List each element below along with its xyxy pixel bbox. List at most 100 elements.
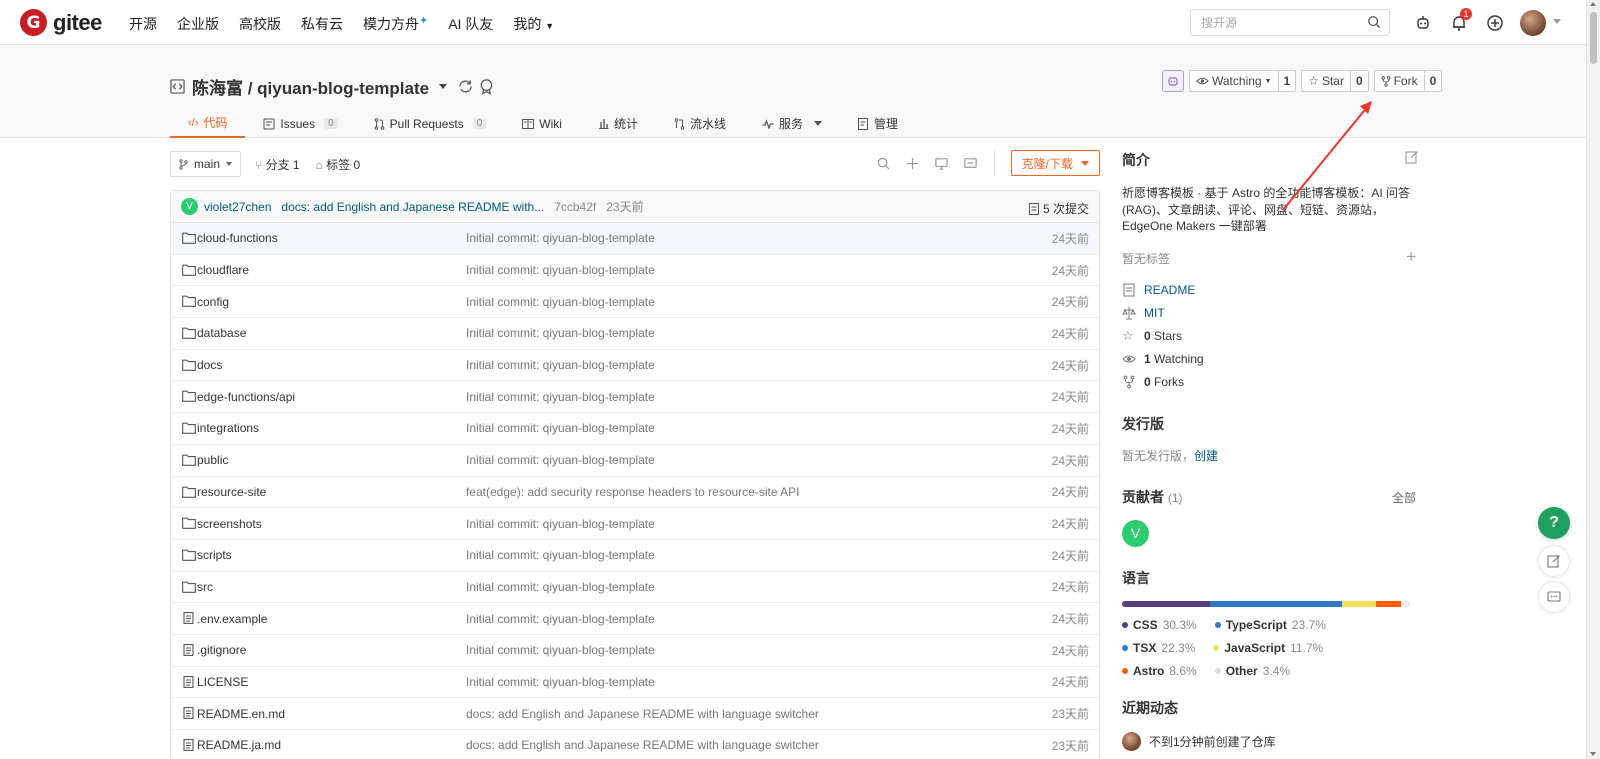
file-row[interactable]: .env.example Initial commit: qiyuan-blog-… xyxy=(171,603,1099,635)
fork-label-wrap[interactable]: Fork xyxy=(1375,71,1424,91)
file-name[interactable]: docs xyxy=(197,358,222,372)
file-name[interactable]: edge-functions/api xyxy=(197,390,295,404)
file-row[interactable]: public Initial commit: qiyuan-blog-templa… xyxy=(171,445,1099,477)
file-commit-message[interactable]: Initial commit: qiyuan-blog-template xyxy=(466,326,655,340)
nav-link-mine[interactable]: 我的 ▼ xyxy=(513,14,554,34)
create-release-link[interactable]: 创建 xyxy=(1194,449,1218,463)
branch-selector[interactable]: main xyxy=(170,151,242,177)
clone-download-button[interactable]: 克隆/下载 xyxy=(1010,150,1100,176)
avatar[interactable] xyxy=(1122,731,1141,751)
contributors-all-link[interactable]: 全部 xyxy=(1392,489,1416,506)
watching-label-wrap[interactable]: Watching ▼ xyxy=(1190,71,1278,91)
add-file-icon[interactable] xyxy=(905,156,920,171)
file-name[interactable]: public xyxy=(197,453,228,467)
tab-stats[interactable]: 统计 xyxy=(580,109,656,138)
file-commit-message[interactable]: feat(edge): add security response header… xyxy=(466,485,800,499)
license-link[interactable]: MIT xyxy=(1144,306,1165,320)
file-name[interactable]: .env.example xyxy=(197,612,267,626)
file-commit-message[interactable]: Initial commit: qiyuan-blog-template xyxy=(466,643,655,657)
file-row[interactable]: cloudflare Initial commit: qiyuan-blog-te… xyxy=(171,255,1099,287)
chevron-down-icon[interactable] xyxy=(439,84,448,89)
fork-button[interactable]: Fork 0 xyxy=(1373,70,1443,92)
watching-item[interactable]: 1 Watching xyxy=(1122,348,1422,371)
robot-icon[interactable] xyxy=(1414,14,1432,32)
file-name[interactable]: LICENSE xyxy=(197,675,248,689)
tab-wiki[interactable]: Wiki xyxy=(504,109,580,138)
language-legend-item[interactable]: Astro 8.6% xyxy=(1122,663,1197,680)
file-name[interactable]: README.en.md xyxy=(197,707,285,721)
file-row[interactable]: database Initial commit: qiyuan-blog-temp… xyxy=(171,318,1099,350)
file-commit-message[interactable]: Initial commit: qiyuan-blog-template xyxy=(466,295,655,309)
language-legend-item[interactable]: CSS 30.3% xyxy=(1122,617,1197,634)
file-name[interactable]: database xyxy=(197,326,246,340)
language-legend-item[interactable]: Other 3.4% xyxy=(1214,663,1290,680)
file-name[interactable]: cloud-functions xyxy=(197,231,278,245)
watching-count[interactable]: 1 xyxy=(1277,71,1296,91)
feedback-button[interactable] xyxy=(1538,545,1570,577)
file-name[interactable]: scripts xyxy=(197,548,232,562)
repo-title[interactable]: 陈海富 / qiyuan-blog-template xyxy=(192,74,429,99)
star-button[interactable]: ☆ Star 0 xyxy=(1301,70,1369,92)
file-row[interactable]: LICENSE Initial commit: qiyuan-blog-templ… xyxy=(171,667,1099,699)
file-commit-message[interactable]: Initial commit: qiyuan-blog-template xyxy=(466,390,655,404)
star-label-wrap[interactable]: ☆ Star xyxy=(1302,71,1350,91)
scrollbar-thumb[interactable] xyxy=(1590,12,1597,64)
file-commit-message[interactable]: Initial commit: qiyuan-blog-template xyxy=(466,612,655,626)
file-commit-message[interactable]: Initial commit: qiyuan-blog-template xyxy=(466,421,655,435)
file-name[interactable]: src xyxy=(197,580,213,594)
star-count[interactable]: 0 xyxy=(1349,71,1368,91)
tags-link[interactable]: ⌂ 标签 0 xyxy=(316,156,361,173)
file-row[interactable]: scripts Initial commit: qiyuan-blog-templ… xyxy=(171,540,1099,572)
nav-link-moli[interactable]: 模力方舟✦ xyxy=(363,14,428,34)
file-name[interactable]: README.ja.md xyxy=(197,738,281,752)
nav-link-ai[interactable]: AI 队友 xyxy=(448,14,493,34)
help-button[interactable]: ? xyxy=(1538,507,1570,539)
file-name[interactable]: config xyxy=(197,295,229,309)
file-row[interactable]: resource-site feat(edge): add security re… xyxy=(171,477,1099,509)
plus-circle-icon[interactable] xyxy=(1486,14,1504,32)
file-row[interactable]: README.ja.md docs: add English and Japane… xyxy=(171,730,1099,759)
language-legend-item[interactable]: TSX 22.3% xyxy=(1122,640,1195,657)
edit-icon[interactable] xyxy=(1405,150,1419,164)
file-commit-message[interactable]: Initial commit: qiyuan-blog-template xyxy=(466,231,655,245)
file-name[interactable]: screenshots xyxy=(197,517,262,531)
file-commit-message[interactable]: Initial commit: qiyuan-blog-template xyxy=(466,548,655,562)
file-name[interactable]: integrations xyxy=(197,421,259,435)
tab-code[interactable]: ‹/› 代码 xyxy=(170,109,246,138)
file-row[interactable]: docs Initial commit: qiyuan-blog-template… xyxy=(171,350,1099,382)
contributor-avatar[interactable]: V xyxy=(1122,519,1149,547)
search-icon[interactable] xyxy=(1367,15,1381,29)
ai-assistant-button[interactable] xyxy=(1162,70,1184,92)
file-row[interactable]: screenshots Initial commit: qiyuan-blog-t… xyxy=(171,508,1099,540)
monitor-icon[interactable] xyxy=(934,156,949,171)
file-commit-message[interactable]: docs: add English and Japanese README wi… xyxy=(466,738,819,752)
stars-item[interactable]: ☆ 0 Stars xyxy=(1122,325,1422,348)
chevron-down-icon[interactable] xyxy=(1553,19,1561,24)
user-avatar[interactable] xyxy=(1520,10,1546,36)
chat-button[interactable] xyxy=(1538,581,1570,613)
branches-link[interactable]: ⑂ 分支 1 xyxy=(255,156,300,173)
gitee-logo[interactable]: G gitee xyxy=(20,9,102,36)
file-name[interactable]: resource-site xyxy=(197,485,266,499)
file-row[interactable]: config Initial commit: qiyuan-blog-templa… xyxy=(171,286,1099,319)
language-legend-item[interactable]: JavaScript 11.7% xyxy=(1213,640,1323,657)
tab-services[interactable]: 服务 xyxy=(744,109,840,138)
file-row[interactable]: src Initial commit: qiyuan-blog-template 2… xyxy=(171,572,1099,604)
search-input[interactable]: 搜开源 xyxy=(1190,9,1390,36)
nav-link-private-cloud[interactable]: 私有云 xyxy=(301,14,343,34)
file-row[interactable]: integrations Initial commit: qiyuan-blog-… xyxy=(171,413,1099,445)
page-scrollbar[interactable] xyxy=(1586,0,1600,759)
commit-hash[interactable]: 7ccb42f xyxy=(554,200,596,214)
file-commit-message[interactable]: Initial commit: qiyuan-blog-template xyxy=(466,517,655,531)
commit-count-link[interactable]: 5 次提交 xyxy=(1028,200,1089,217)
nav-link-education[interactable]: 高校版 xyxy=(239,14,281,34)
tab-manage[interactable]: 管理 xyxy=(840,109,916,138)
file-row[interactable]: edge-functions/api Initial commit: qiyuan… xyxy=(171,381,1099,414)
file-name[interactable]: cloudflare xyxy=(197,263,249,277)
file-name[interactable]: .gitignore xyxy=(197,643,246,657)
file-commit-message[interactable]: Initial commit: qiyuan-blog-template xyxy=(466,580,655,594)
tab-pipeline[interactable]: 流水线 xyxy=(656,109,744,138)
file-row[interactable]: README.en.md docs: add English and Japane… xyxy=(171,698,1099,730)
badge-icon[interactable] xyxy=(478,78,495,95)
sync-icon[interactable] xyxy=(457,78,474,95)
